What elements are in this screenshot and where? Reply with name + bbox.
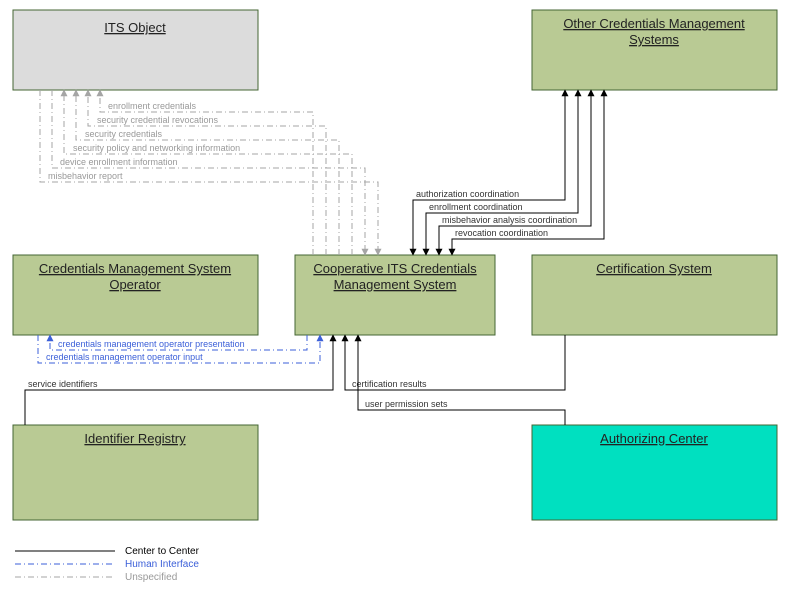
cms-operator-label-1: Credentials Management System <box>39 261 231 276</box>
box-id-registry[interactable]: Identifier Registry <box>13 425 258 520</box>
id-registry-label: Identifier Registry <box>84 431 186 446</box>
box-cert-system[interactable]: Certification System <box>532 255 777 335</box>
flow-label-revoc-coord: revocation coordination <box>455 228 548 238</box>
its-object-label: ITS Object <box>104 20 166 35</box>
cert-system-label: Certification System <box>596 261 712 276</box>
flow-label-sec-creds: security credentials <box>85 129 163 139</box>
coop-its-label-2: Management System <box>334 277 457 292</box>
legend-c2c: Center to Center <box>125 546 200 557</box>
box-cms-operator[interactable]: Credentials Management System Operator <box>13 255 258 335</box>
coop-its-label-1: Cooperative ITS Credentials <box>313 261 477 276</box>
box-coop-its[interactable]: Cooperative ITS Credentials Management S… <box>295 255 495 335</box>
box-auth-center[interactable]: Authorizing Center <box>532 425 777 520</box>
flow-label-cert-results: certification results <box>352 379 427 389</box>
flow-label-service-ids: service identifiers <box>28 379 98 389</box>
diagram-canvas: ITS Object Other Credentials Management … <box>0 0 789 589</box>
flow-label-enrollment-credentials: enrollment credentials <box>108 101 197 111</box>
legend-human: Human Interface <box>125 559 199 570</box>
other-cms-label-1: Other Credentials Management <box>563 16 745 31</box>
legend: Center to Center Human Interface Unspeci… <box>15 546 200 583</box>
flow-label-enroll-coord: enrollment coordination <box>429 202 523 212</box>
flow-label-cmo-input: credentials management operator input <box>46 352 203 362</box>
legend-unspec: Unspecified <box>125 572 177 583</box>
flow-label-misbehavior-coord: misbehavior analysis coordination <box>442 215 577 225</box>
flow-label-user-perm: user permission sets <box>365 399 448 409</box>
box-other-cms[interactable]: Other Credentials Management Systems <box>532 10 777 90</box>
flow-label-sec-policy-net: security policy and networking informati… <box>73 143 240 153</box>
box-its-object[interactable]: ITS Object <box>13 10 258 90</box>
flow-label-sec-cred-revocations: security credential revocations <box>97 115 219 125</box>
flow-label-cmo-presentation: credentials management operator presenta… <box>58 339 245 349</box>
flow-label-device-enroll: device enrollment information <box>60 157 178 167</box>
flow-label-auth-coord: authorization coordination <box>416 189 519 199</box>
cms-operator-label-2: Operator <box>109 277 161 292</box>
flow-label-misbehavior: misbehavior report <box>48 171 123 181</box>
auth-center-label: Authorizing Center <box>600 431 708 446</box>
other-cms-label-2: Systems <box>629 32 679 47</box>
